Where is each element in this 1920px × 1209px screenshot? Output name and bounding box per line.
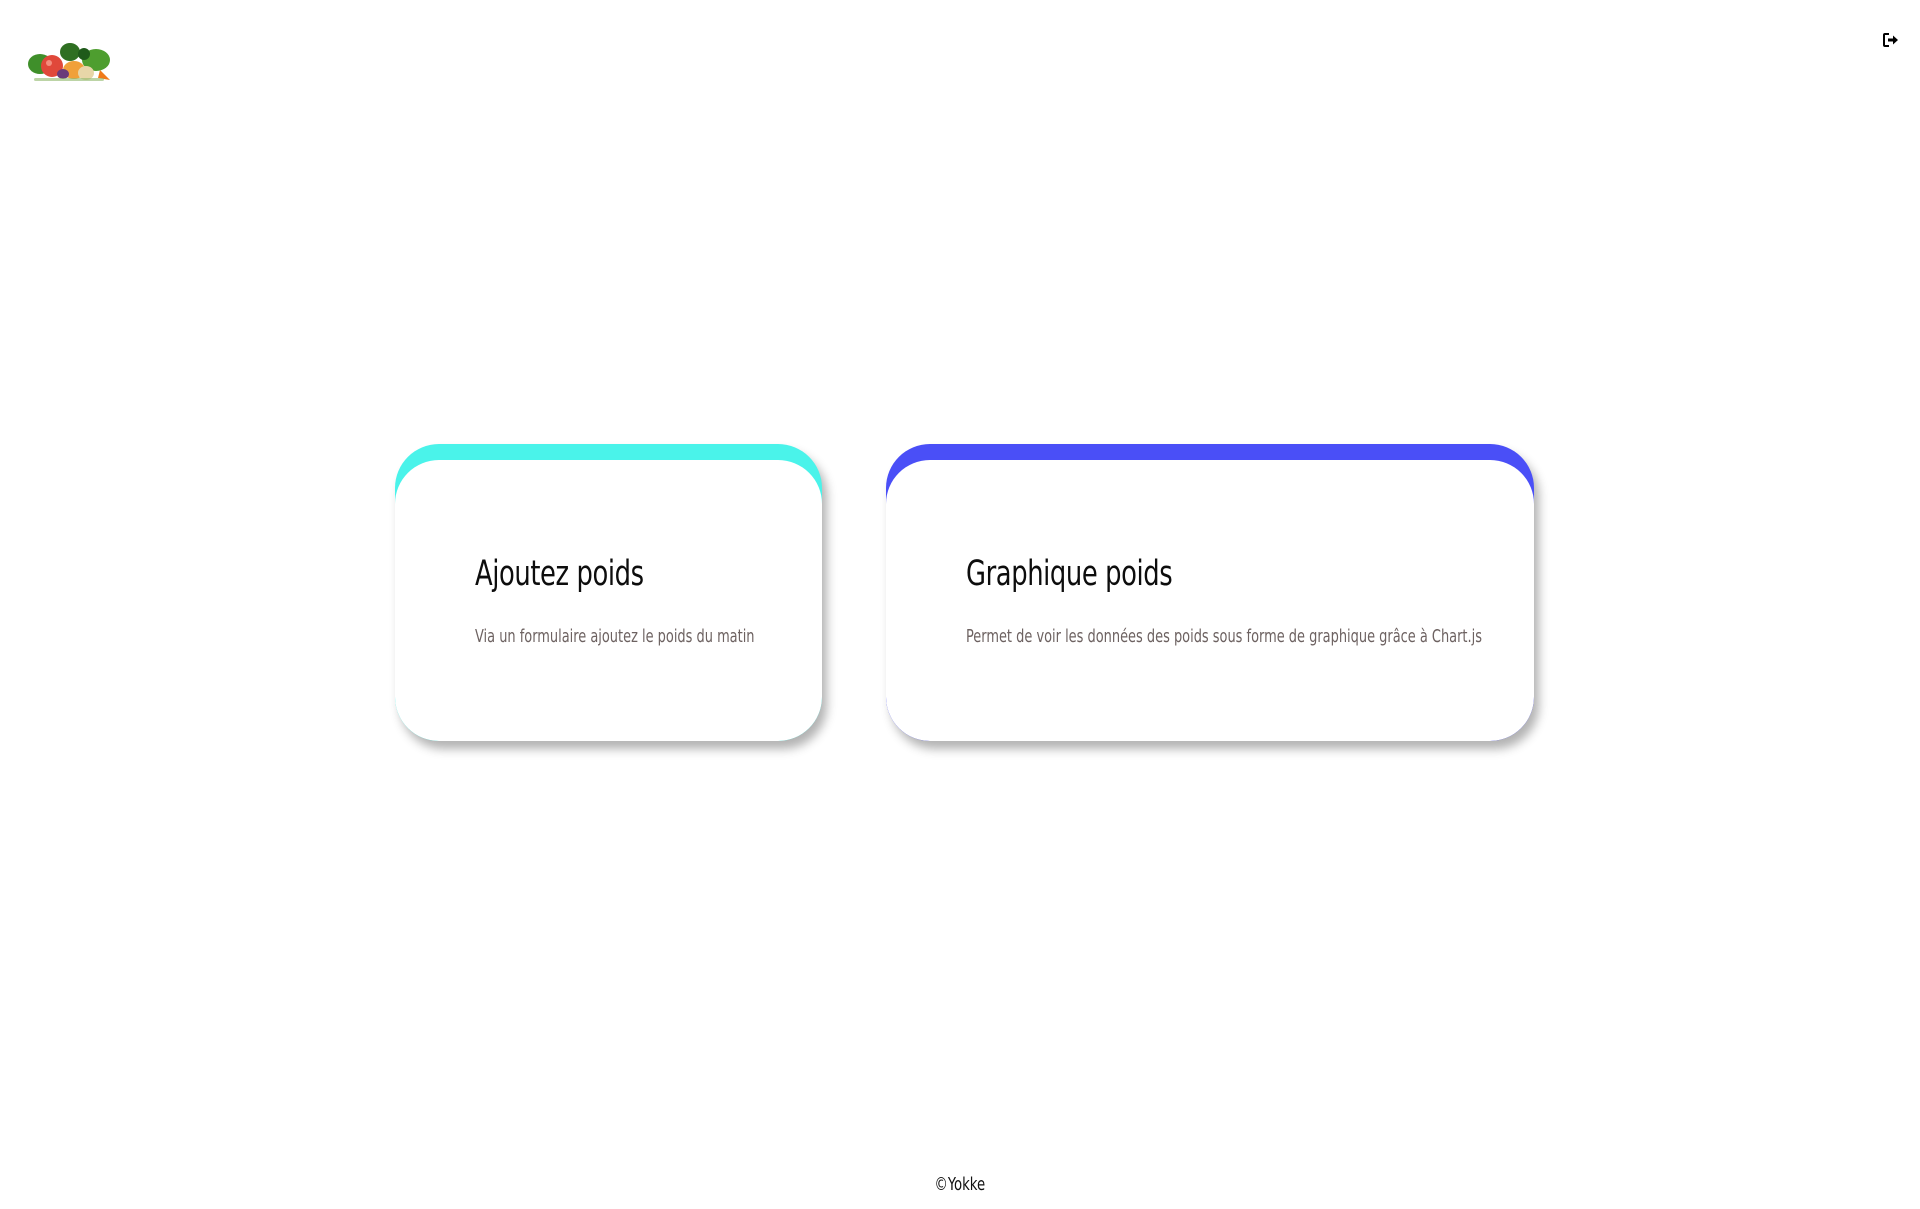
footer: ©Yokke bbox=[0, 1174, 1920, 1195]
card-description: Via un formulaire ajoutez le poids du ma… bbox=[475, 626, 755, 647]
copyright-text: ©Yokke bbox=[934, 1174, 986, 1195]
page: Ajoutez poids Via un formulaire ajoutez … bbox=[0, 0, 1920, 1209]
card-description: Permet de voir les données des poids sou… bbox=[966, 626, 1482, 647]
sign-out-icon[interactable] bbox=[1881, 30, 1901, 50]
card-body: Ajoutez poids Via un formulaire ajoutez … bbox=[395, 460, 822, 741]
vegetables-logo-icon[interactable] bbox=[26, 40, 112, 86]
card-body: Graphique poids Permet de voir les donné… bbox=[886, 460, 1534, 741]
card-title: Graphique poids bbox=[966, 554, 1173, 594]
card-add-weight[interactable]: Ajoutez poids Via un formulaire ajoutez … bbox=[395, 444, 822, 741]
card-title: Ajoutez poids bbox=[475, 554, 644, 594]
card-weight-chart[interactable]: Graphique poids Permet de voir les donné… bbox=[886, 444, 1534, 741]
